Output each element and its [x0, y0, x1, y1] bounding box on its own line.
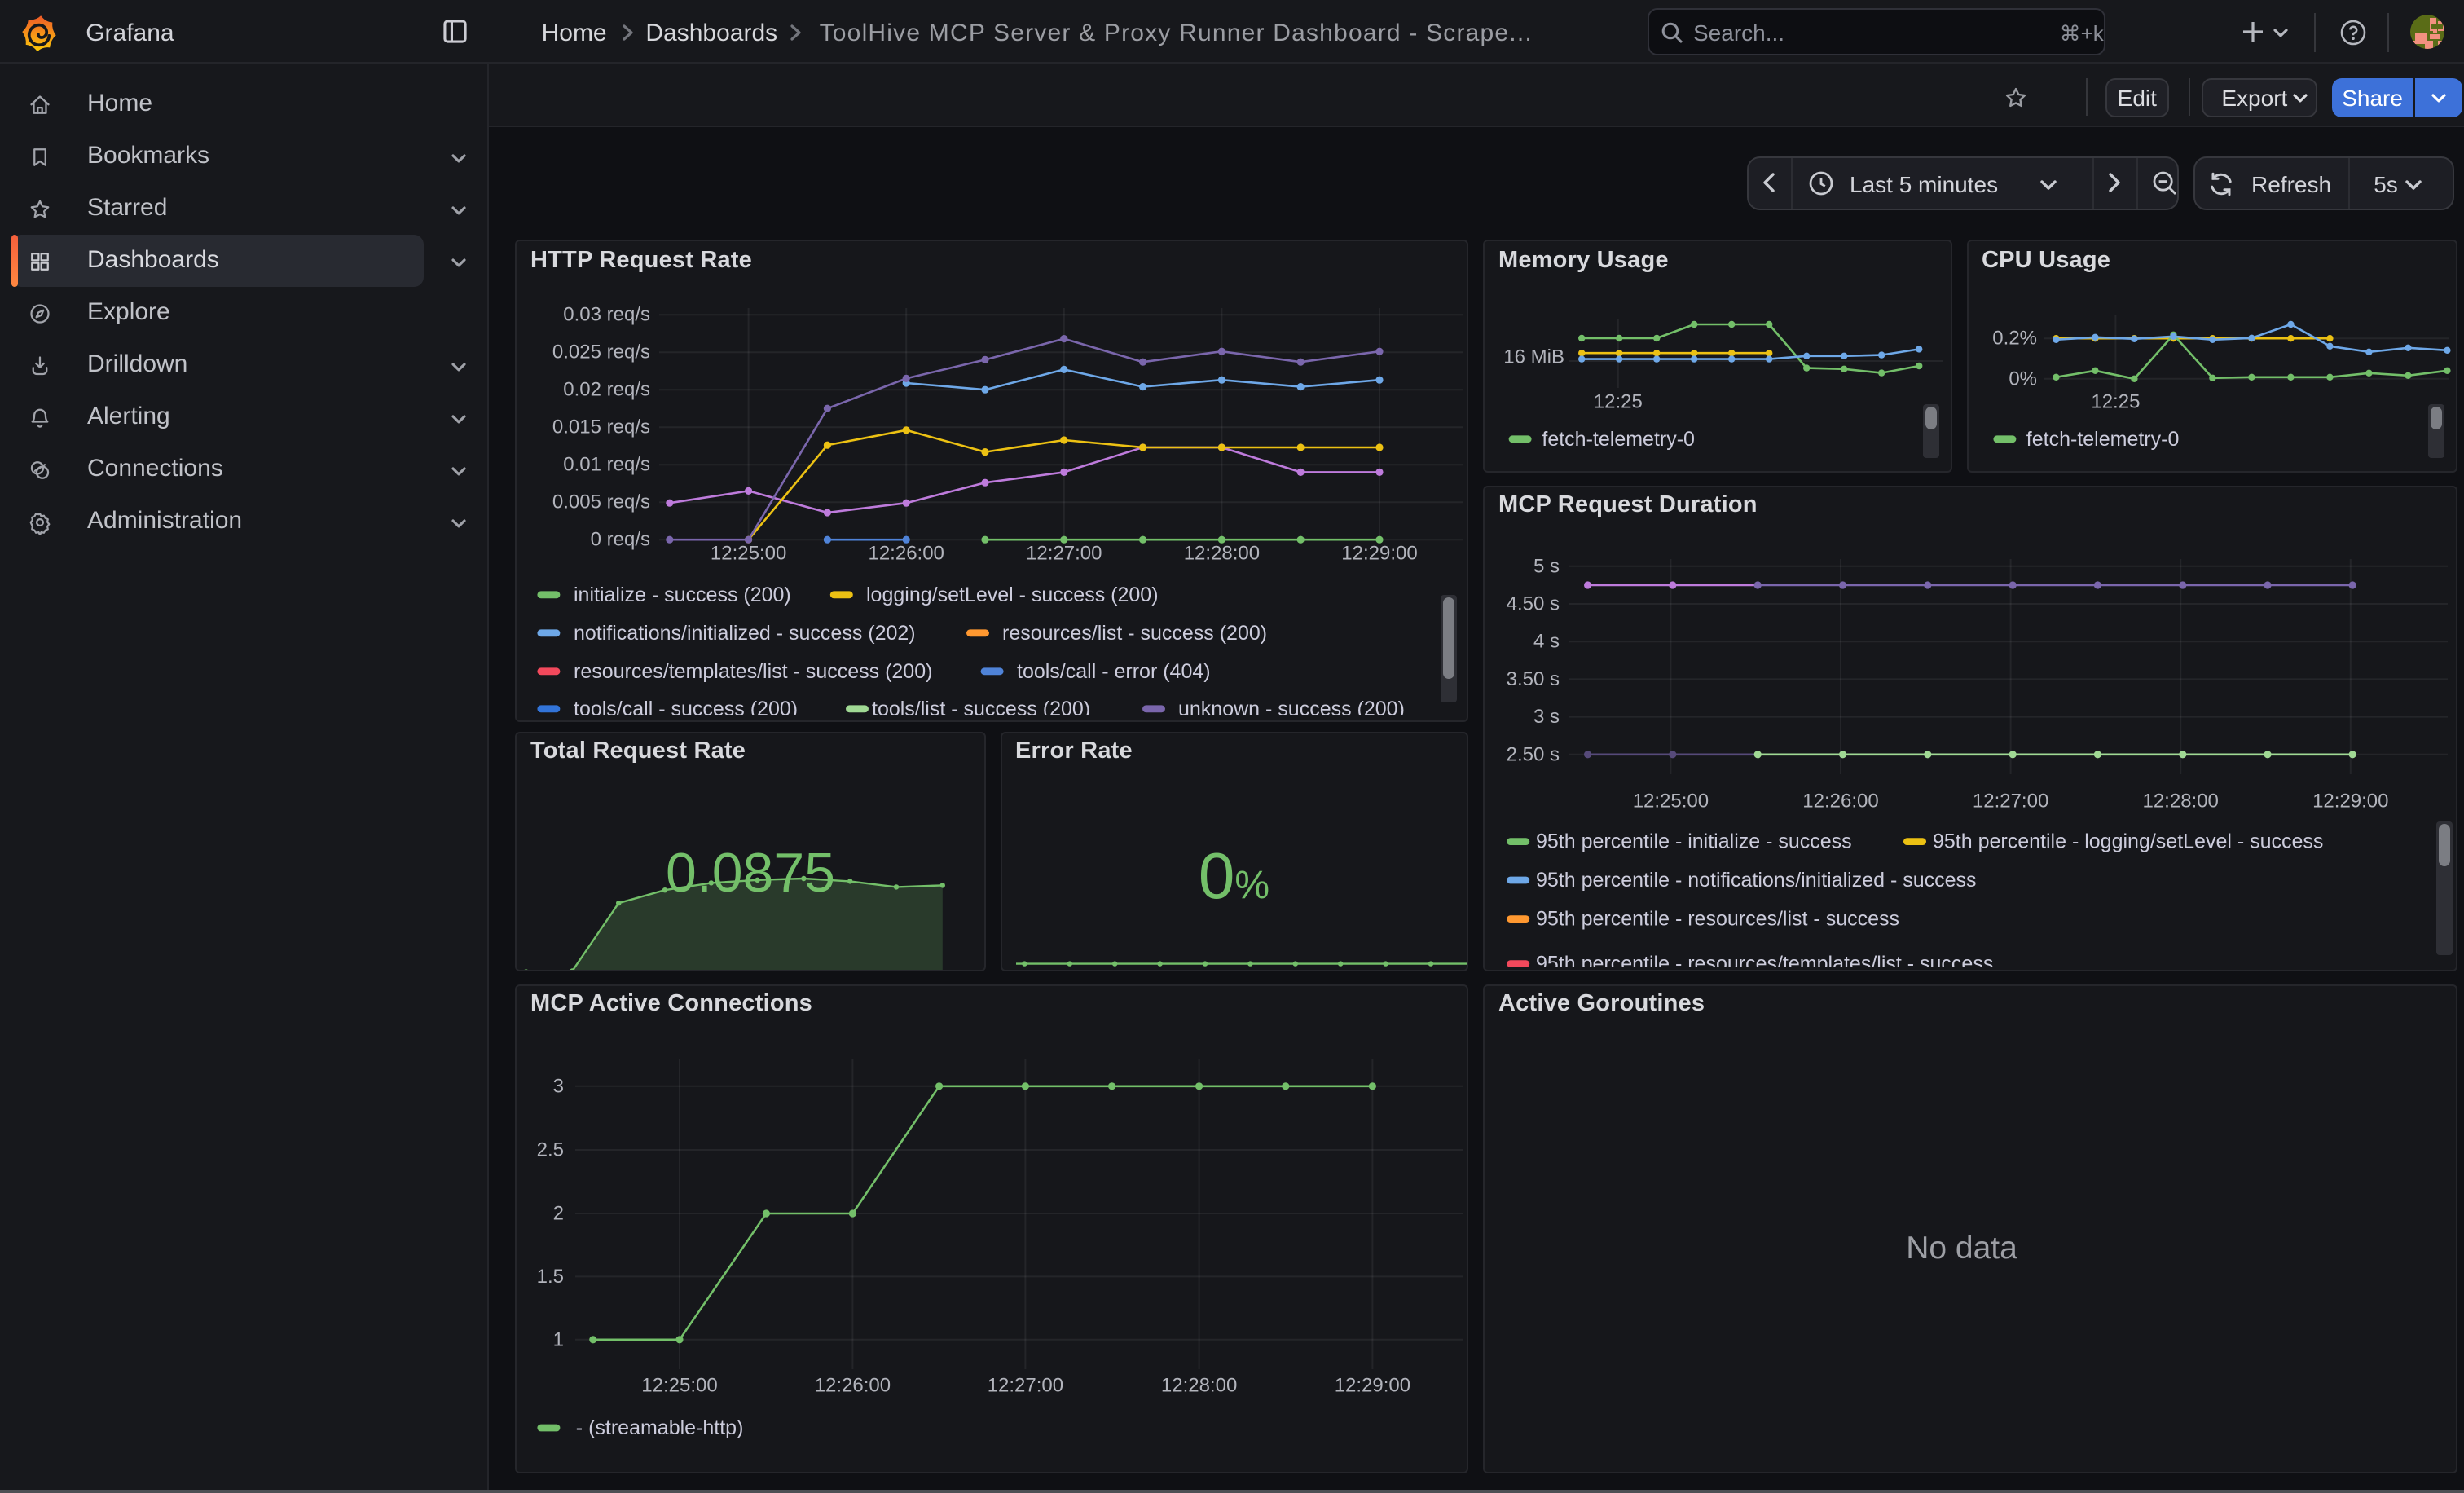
svg-text:4.50 s: 4.50 s: [1507, 592, 1560, 614]
svg-text:12:27:00: 12:27:00: [1026, 543, 1102, 565]
svg-text:12:28:00: 12:28:00: [2142, 790, 2218, 812]
svg-text:12:26:00: 12:26:00: [1802, 790, 1878, 812]
svg-text:1: 1: [553, 1328, 564, 1350]
svg-text:12:25:00: 12:25:00: [641, 1373, 717, 1395]
svg-text:95th percentile - notification: 95th percentile - notifications/initiali…: [1536, 868, 1977, 891]
svg-text:0 req/s: 0 req/s: [591, 529, 650, 551]
svg-text:initialize - success (200): initialize - success (200): [574, 584, 791, 606]
svg-text:12:26:00: 12:26:00: [868, 543, 944, 565]
svg-text:3 s: 3 s: [1533, 705, 1560, 727]
svg-text:0.01 req/s: 0.01 req/s: [563, 454, 650, 476]
svg-text:12:27:00: 12:27:00: [1973, 790, 2048, 812]
svg-text:tools/call - success (200): tools/call - success (200): [574, 698, 798, 720]
svg-text:12:28:00: 12:28:00: [1184, 543, 1260, 565]
svg-text:0.2%: 0.2%: [1991, 328, 2036, 350]
svg-text:12:25:00: 12:25:00: [711, 543, 786, 565]
svg-text:12:26:00: 12:26:00: [815, 1373, 891, 1395]
svg-text:2: 2: [553, 1202, 564, 1224]
svg-text:3.50 s: 3.50 s: [1507, 667, 1560, 689]
svg-text:0.005 req/s: 0.005 req/s: [552, 491, 650, 513]
svg-text:notifications/initialized - su: notifications/initialized - success (202…: [574, 622, 916, 645]
svg-text:tools/list - success (200): tools/list - success (200): [872, 698, 1090, 720]
svg-text:fetch-telemetry-0: fetch-telemetry-0: [2026, 428, 2179, 451]
svg-text:1.5: 1.5: [537, 1265, 564, 1287]
svg-text:unknown - success (200): unknown - success (200): [1178, 698, 1405, 720]
svg-text:16 MiB: 16 MiB: [1503, 346, 1564, 368]
svg-text:0.015 req/s: 0.015 req/s: [552, 416, 650, 438]
svg-text:0.025 req/s: 0.025 req/s: [552, 341, 650, 363]
svg-text:12:25: 12:25: [1594, 391, 1643, 413]
svg-text:12:27:00: 12:27:00: [988, 1373, 1063, 1395]
svg-text:95th percentile - initialize -: 95th percentile - initialize - success: [1536, 830, 1852, 852]
svg-text:0.03 req/s: 0.03 req/s: [563, 304, 650, 326]
svg-text:tools/call - error (404): tools/call - error (404): [1017, 660, 1211, 683]
svg-text:95th percentile - logging/setL: 95th percentile - logging/setLevel - suc…: [1933, 830, 2323, 852]
svg-text:12:29:00: 12:29:00: [2312, 790, 2388, 812]
svg-text:12:29:00: 12:29:00: [1335, 1373, 1410, 1395]
svg-text:12:25: 12:25: [2090, 391, 2139, 413]
svg-text:fetch-telemetry-0: fetch-telemetry-0: [1542, 428, 1695, 451]
svg-text:resources/list - success (200): resources/list - success (200): [1002, 622, 1267, 645]
svg-text:5 s: 5 s: [1533, 554, 1560, 576]
svg-text:0.02 req/s: 0.02 req/s: [563, 379, 650, 401]
svg-text:4 s: 4 s: [1533, 630, 1560, 652]
svg-text:12:28:00: 12:28:00: [1161, 1373, 1237, 1395]
svg-text:- (streamable-http): - (streamable-http): [576, 1416, 744, 1438]
svg-text:resources/templates/list - suc: resources/templates/list - success (200): [574, 660, 932, 683]
svg-text:3: 3: [553, 1074, 564, 1096]
svg-text:95th percentile - resources/te: 95th percentile - resources/templates/li…: [1536, 952, 1993, 971]
svg-text:12:29:00: 12:29:00: [1341, 543, 1417, 565]
svg-text:0%: 0%: [2008, 368, 2036, 390]
svg-text:logging/setLevel - success (20: logging/setLevel - success (200): [866, 584, 1159, 606]
svg-text:2.50 s: 2.50 s: [1507, 742, 1560, 764]
svg-text:2.5: 2.5: [537, 1138, 564, 1160]
svg-text:95th percentile - resources/li: 95th percentile - resources/list - succe…: [1536, 907, 1899, 930]
svg-text:12:25:00: 12:25:00: [1633, 790, 1709, 812]
